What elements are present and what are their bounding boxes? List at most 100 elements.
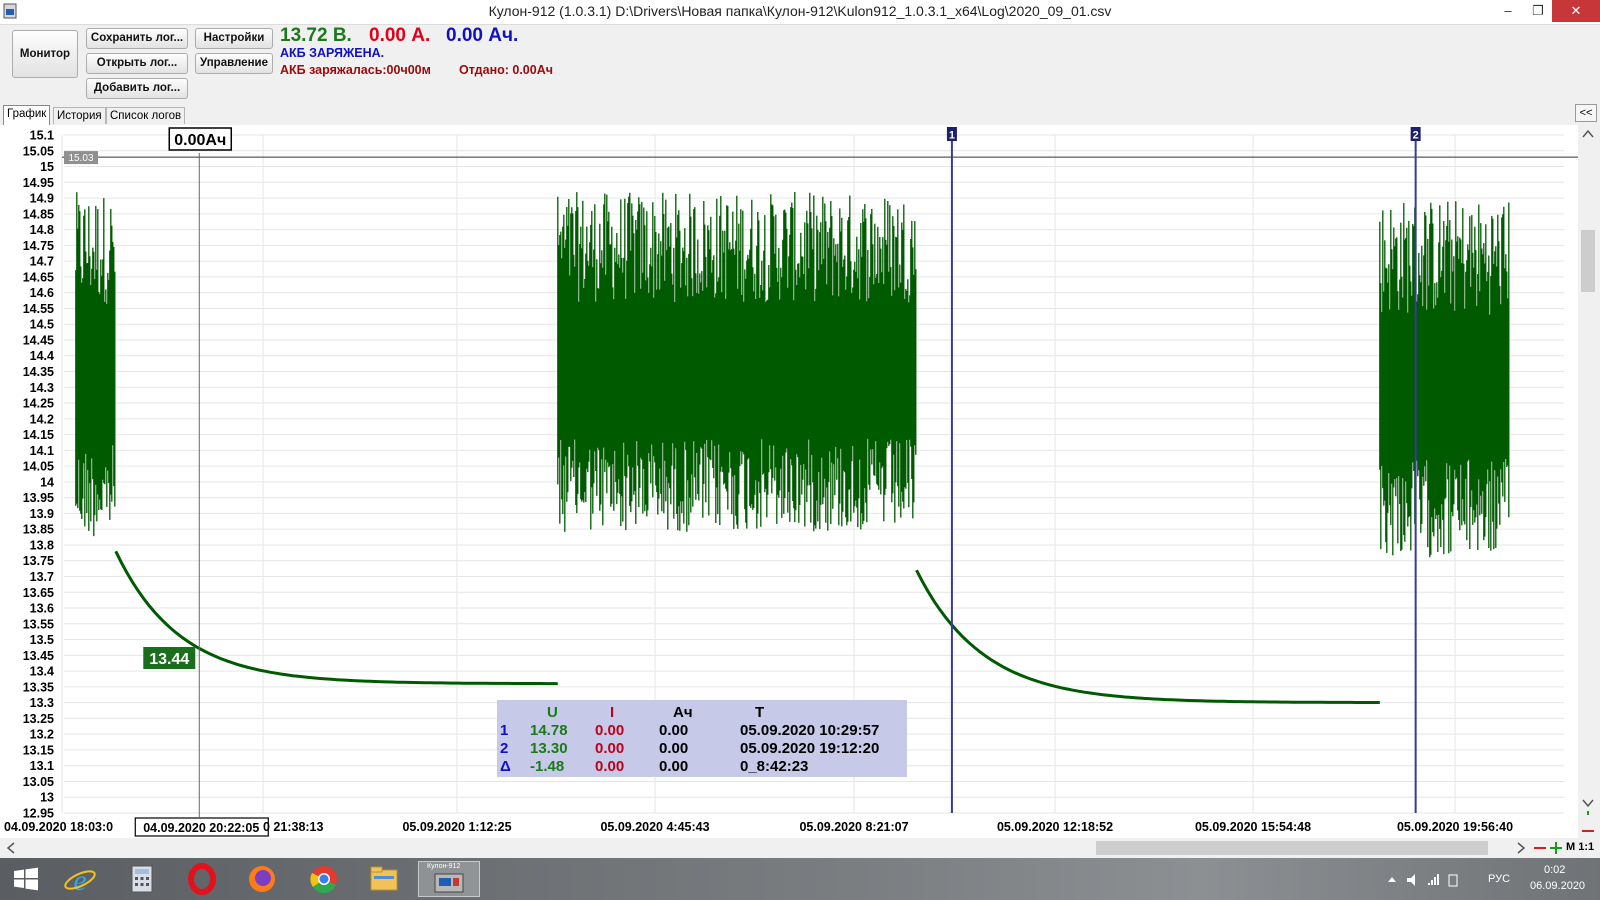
y-tick-label: 12.95 (23, 807, 54, 821)
collapse-panel-button[interactable]: << (1575, 104, 1597, 122)
file-explorer-icon[interactable] (358, 861, 410, 897)
show-hidden-icons-icon (1388, 877, 1396, 882)
internet-explorer-icon[interactable]: e (54, 861, 106, 897)
action-center-icon (1448, 874, 1458, 887)
current-readout: 0.00 А. (369, 25, 431, 46)
y-tick-label: 13.35 (23, 680, 54, 694)
header-t: T (755, 704, 765, 721)
marker-label: 1 (949, 130, 955, 142)
y-tick-label: 14.45 (23, 333, 54, 347)
vertical-scroll-thumb[interactable] (1581, 230, 1595, 292)
toolbar: Монитор Сохранить лог... Открыть лог... … (0, 25, 1600, 108)
header-ah: Ач (673, 704, 693, 721)
y-tick-label: 14.8 (30, 223, 54, 237)
row-label: 2 (500, 740, 509, 757)
measurement-table: U I Ач T 1 14.78 0.00 0.00 05.09.2020 10… (497, 700, 907, 777)
y-tick-label: 14.05 (23, 460, 54, 474)
chrome-icon[interactable] (298, 861, 350, 897)
monitor-button[interactable]: Монитор (12, 30, 78, 78)
scroll-left-icon[interactable] (6, 842, 15, 854)
kulon-912-app-icon (434, 873, 464, 893)
y-tick-label: 13.95 (23, 491, 54, 505)
language-indicator[interactable]: РУС (1488, 873, 1510, 885)
firefox-icon[interactable] (236, 861, 288, 897)
reference-line-label: 15.03 (68, 153, 93, 164)
y-tick-label: 13.8 (30, 538, 54, 552)
volume-icon (1407, 874, 1415, 886)
row-u: 13.30 (530, 740, 568, 757)
cursor-value-label: 13.44 (149, 651, 189, 668)
y-tick-label: 14.75 (23, 239, 54, 253)
taskbar-app-kulon[interactable]: Кулон-912 (418, 861, 480, 897)
horizontal-scrollbar[interactable]: M 1:1 (0, 838, 1600, 858)
row-t: 05.09.2020 19:12:20 (740, 740, 880, 757)
svg-text:e: e (73, 864, 86, 897)
row-u: 14.78 (530, 722, 568, 739)
cursor-capacity-label: 0.00Ач (174, 132, 226, 149)
row-ah: 0.00 (659, 740, 689, 757)
zoom-in-vertical-icon[interactable] (1582, 811, 1594, 823)
zoom-scale-label: M 1:1 (1566, 841, 1595, 853)
row-label: 1 (500, 722, 509, 739)
horizontal-scrollbar-graphic (6, 841, 1562, 855)
y-tick-label: 13.3 (30, 696, 54, 710)
y-tick-label: 13.6 (30, 602, 54, 616)
y-tick-label: 14.35 (23, 365, 54, 379)
settings-button[interactable]: Настройки (195, 28, 273, 49)
charged-time: АКБ заряжалась:00ч00м (280, 63, 431, 77)
y-tick-label: 14 (40, 475, 54, 489)
voltage-readout: 13.72 В. (280, 25, 352, 46)
scroll-down-icon[interactable] (1582, 799, 1594, 808)
y-tick-label: 13.2 (30, 728, 54, 742)
title-bar: Кулон-912 (1.0.3.1) D:\Drivers\Новая пап… (0, 0, 1600, 25)
scroll-right-icon[interactable] (1517, 842, 1526, 854)
scroll-up-icon[interactable] (1582, 129, 1594, 138)
add-log-button[interactable]: Добавить лог... (86, 78, 188, 99)
y-tick-label: 14.9 (30, 192, 54, 206)
y-tick-label: 13.4 (30, 665, 54, 679)
row-ah: 0.00 (659, 722, 689, 739)
tab-history[interactable]: История (53, 107, 106, 124)
y-tick-label: 14.1 (30, 444, 54, 458)
x-tick-label: 05.09.2020 1:12:25 (402, 820, 511, 834)
y-tick-label: 13.5 (30, 633, 54, 647)
row-i: 0.00 (595, 758, 625, 775)
row-u: -1.48 (530, 758, 565, 775)
row-t: 0_8:42:23 (740, 758, 809, 775)
vertical-scrollbar[interactable] (1578, 125, 1598, 823)
opera-icon[interactable] (176, 861, 228, 897)
x-tick-label: 05.09.2020 15:54:48 (1195, 820, 1311, 834)
y-tick-label: 14.65 (23, 270, 54, 284)
taskbar: e Кулон-912 РУС 0:02 06.09.2020 (0, 858, 1600, 900)
y-tick-label: 13.9 (30, 507, 54, 521)
close-button[interactable]: ✕ (1552, 0, 1600, 22)
zoom-out-vertical-icon[interactable] (1578, 825, 1598, 837)
calculator-icon[interactable] (116, 861, 168, 897)
y-tick-label: 14.5 (30, 318, 54, 332)
save-log-button[interactable]: Сохранить лог... (86, 28, 188, 49)
zoom-in-horizontal-icon[interactable] (1550, 842, 1562, 854)
y-tick-label: 13.25 (23, 712, 54, 726)
marker-label: 2 (1413, 130, 1419, 142)
delivered-capacity: Отдано: 0.00Ач (459, 63, 554, 77)
tab-log-list[interactable]: Список логов (106, 107, 186, 124)
row-t: 05.09.2020 10:29:57 (740, 722, 880, 739)
header-i: I (610, 704, 615, 721)
clock-time[interactable]: 0:02 (1544, 864, 1565, 876)
network-icon (1428, 874, 1439, 885)
header-u: U (547, 704, 558, 721)
minimize-button[interactable]: – (1492, 0, 1524, 22)
clock-date[interactable]: 06.09.2020 (1530, 880, 1585, 892)
y-tick-label: 13 (40, 791, 54, 805)
y-tick-label: 13.1 (30, 759, 54, 773)
y-tick-label: 14.3 (30, 381, 54, 395)
system-tray-icons[interactable] (1385, 872, 1475, 888)
y-tick-label: 13.15 (23, 743, 54, 757)
start-windows-icon[interactable] (0, 861, 52, 897)
horizontal-scroll-thumb[interactable] (1096, 841, 1488, 855)
open-log-button[interactable]: Открыть лог... (86, 53, 188, 74)
restore-button[interactable]: ❐ (1522, 0, 1554, 22)
tab-graph[interactable]: График (3, 105, 51, 125)
x-tick-label: 05.09.2020 19:56:40 (1397, 820, 1513, 834)
control-button[interactable]: Управление (195, 53, 273, 74)
